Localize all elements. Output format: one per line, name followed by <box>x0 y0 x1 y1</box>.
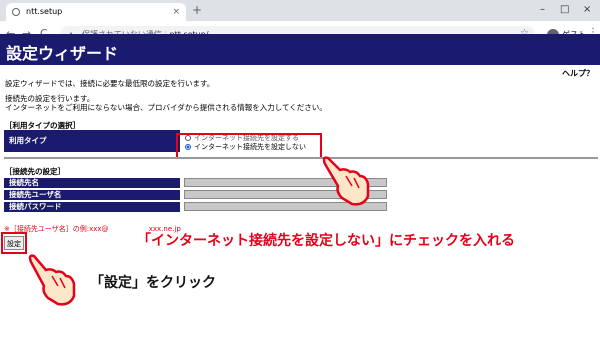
button-highlight-box <box>1 232 27 254</box>
check-instruction: 「インターネット接続先を設定しない」にチェックを入れる <box>137 233 515 249</box>
field-label-username: 接続先ユーザ名 <box>4 190 180 200</box>
usage-type-label: 利用タイプ <box>4 130 180 152</box>
page-title-bar: 設定ウィザード <box>0 34 600 65</box>
tab-close-icon[interactable]: × <box>172 3 180 21</box>
restore-button[interactable]: □ <box>560 3 569 17</box>
browser-tab[interactable]: ntt.setup × <box>6 3 186 21</box>
new-tab-button[interactable]: + <box>192 3 202 18</box>
field-label-password: 接続パスワード <box>4 202 180 212</box>
globe-icon <box>12 8 20 16</box>
desc-line-2: インターネットをご利用にならない場合、プロバイダから提供される情報を入力してくだ… <box>5 103 327 112</box>
page-title: 設定ウィザード <box>6 44 119 63</box>
intro-text: 設定ウィザードでは、接続に必要な最低限の設定を行います。 <box>5 79 215 88</box>
close-window-button[interactable]: × <box>583 3 591 17</box>
connection-section-heading: ［接続先の設定］ <box>5 167 65 176</box>
minimize-button[interactable]: – <box>540 3 545 17</box>
desc-line-1: 接続先の設定を行います。 <box>5 94 95 103</box>
tab-title: ntt.setup <box>26 7 63 16</box>
help-link[interactable]: ヘルプ？ <box>562 68 594 79</box>
divider <box>4 157 598 159</box>
highlight-box <box>176 133 322 159</box>
pointing-hand-icon <box>322 156 370 206</box>
field-label-connection-name: 接続先名 <box>4 178 180 188</box>
pointing-hand-icon-2 <box>28 254 76 306</box>
click-instruction: 「設定」をクリック <box>90 275 216 291</box>
